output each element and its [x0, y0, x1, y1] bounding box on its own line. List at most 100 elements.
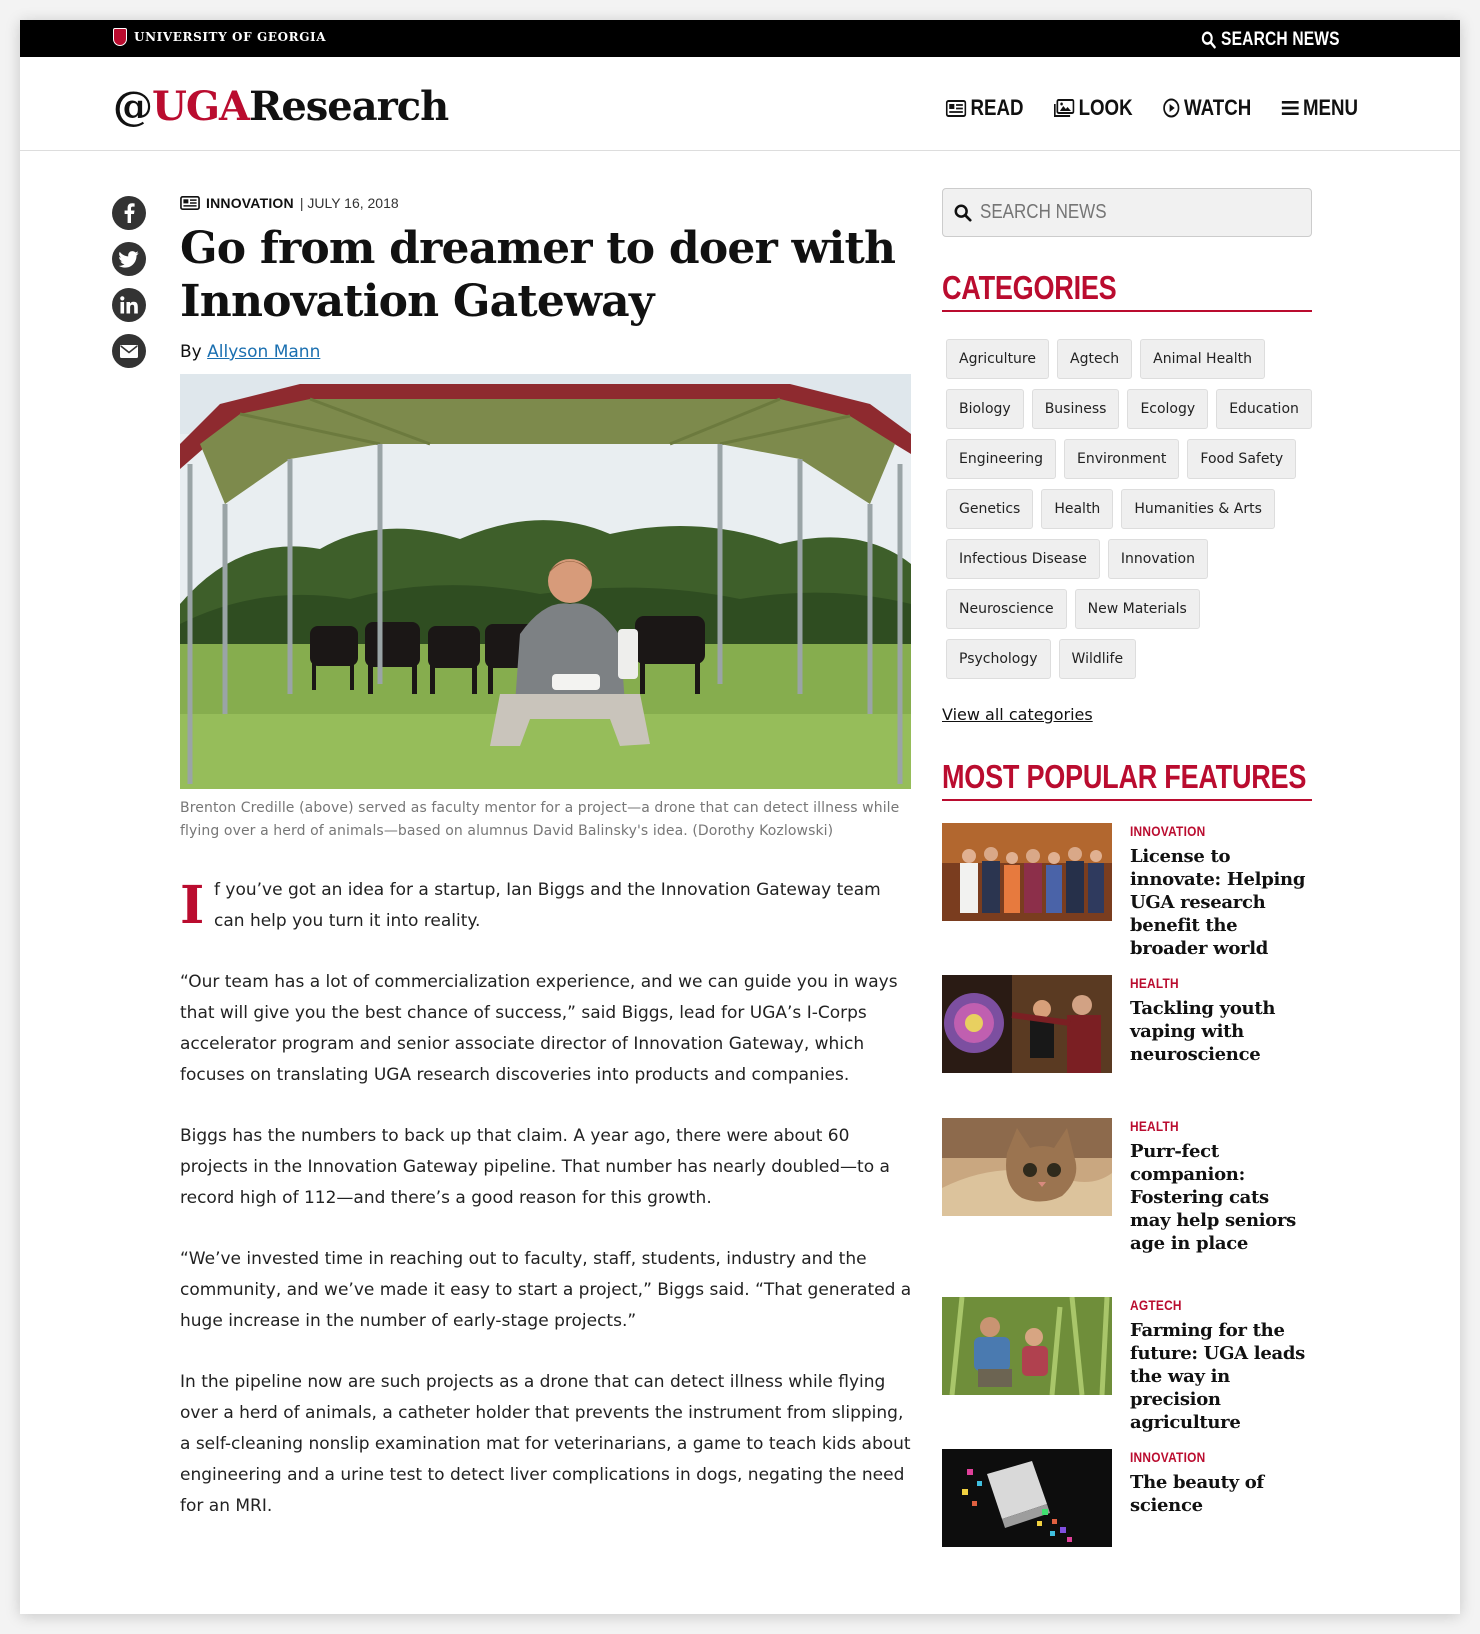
nav-look[interactable]: LOOK: [1053, 95, 1133, 121]
feature-title[interactable]: Tackling youth vaping with neuroscience: [1130, 997, 1312, 1066]
brand-uga: UGA: [152, 83, 250, 130]
nav-read-label: READ: [970, 95, 1024, 120]
email-icon: [120, 344, 138, 358]
body-paragraph: “Our team has a lot of commercialization…: [180, 972, 898, 1085]
byline-prefix: By: [180, 342, 202, 362]
feature-thumbnail[interactable]: [942, 1118, 1112, 1216]
category-tag[interactable]: Education: [1216, 389, 1312, 429]
sidebar-search-input[interactable]: [980, 201, 1235, 224]
categories-rule: [942, 310, 1312, 312]
feature-title[interactable]: The beauty of science: [1130, 1471, 1312, 1517]
feature-thumbnail[interactable]: [942, 975, 1112, 1073]
popular-heading: MOST POPULAR FEATURES: [942, 758, 1307, 795]
university-name: UNIVERSITY OF GEORGIA: [134, 30, 327, 44]
hero-photo: [180, 374, 911, 789]
image-icon: [1053, 99, 1074, 117]
page: UNIVERSITY OF GEORGIA SEARCH NEWS @UGARe…: [20, 20, 1460, 1614]
category-tag[interactable]: Ecology: [1127, 389, 1209, 429]
category-tag[interactable]: Neuroscience: [946, 589, 1067, 629]
category-tag[interactable]: Humanities & Arts: [1121, 489, 1275, 529]
search-icon: [954, 204, 972, 222]
search-icon: [1202, 31, 1217, 49]
nav-watch-label: WATCH: [1184, 95, 1252, 120]
body-paragraph: Biggs has the numbers to back up that cl…: [180, 1126, 890, 1208]
top-bar: UNIVERSITY OF GEORGIA SEARCH NEWS: [20, 20, 1460, 57]
body-paragraph: “We’ve invested time in reaching out to …: [180, 1249, 912, 1331]
hero-caption: Brenton Credille (above) served as facul…: [180, 800, 900, 839]
feature-category[interactable]: HEALTH: [1130, 1118, 1285, 1134]
feature-thumbnail[interactable]: [942, 1297, 1112, 1395]
category-tag[interactable]: New Materials: [1074, 589, 1200, 629]
brand-research: Research: [249, 83, 449, 130]
nav-read[interactable]: READ: [946, 95, 1024, 121]
newspaper-icon: [180, 196, 200, 210]
lead-paragraph: If you’ve got an idea for a startup, Ian…: [180, 875, 915, 937]
top-search-button[interactable]: SEARCH NEWS: [1202, 29, 1340, 51]
article: INNOVATION | JULY 16, 2018 Go from dream…: [180, 190, 915, 1552]
feature-title[interactable]: License to innovate: Helping UGA researc…: [1130, 845, 1312, 960]
body-paragraph: In the pipeline now are such projects as…: [180, 1372, 911, 1516]
feature-category[interactable]: HEALTH: [1130, 975, 1285, 991]
category-tag[interactable]: Psychology: [946, 639, 1051, 679]
category-tag[interactable]: Infectious Disease: [946, 539, 1100, 579]
popular-features-list: INNOVATION License to innovate: Helping …: [942, 823, 1312, 1549]
feature-title[interactable]: Purr-fect companion: Fostering cats may …: [1130, 1140, 1312, 1255]
share-linkedin-button[interactable]: [112, 288, 146, 322]
category-tags: Agriculture Agtech Animal Health Biology…: [942, 339, 1312, 679]
sidebar: CATEGORIES Agriculture Agtech Animal Hea…: [942, 188, 1312, 1549]
category-tag[interactable]: Engineering: [946, 439, 1056, 479]
feature-item[interactable]: HEALTH Tackling youth vaping with neuros…: [942, 975, 1312, 1118]
sidebar-search: [942, 188, 1312, 237]
feature-item[interactable]: AGTECH Farming for the future: UGA leads…: [942, 1297, 1312, 1449]
share-email-button[interactable]: [112, 334, 146, 368]
uga-logo[interactable]: UNIVERSITY OF GEORGIA: [113, 28, 326, 46]
category-tag[interactable]: Agriculture: [946, 339, 1049, 379]
category-tag[interactable]: Biology: [946, 389, 1024, 429]
feature-item[interactable]: HEALTH Purr-fect companion: Fostering ca…: [942, 1118, 1312, 1297]
feature-thumbnail[interactable]: [942, 1449, 1112, 1547]
feature-item[interactable]: INNOVATION License to innovate: Helping …: [942, 823, 1312, 975]
category-tag[interactable]: Innovation: [1107, 539, 1208, 579]
nav-menu[interactable]: MENU: [1281, 95, 1359, 121]
feature-category[interactable]: INNOVATION: [1130, 823, 1285, 839]
hero-image: [180, 374, 911, 789]
nav-look-label: LOOK: [1078, 95, 1133, 120]
popular-section: MOST POPULAR FEATURES INNOVATION License…: [942, 758, 1312, 1549]
feature-item[interactable]: INNOVATION The beauty of science: [942, 1449, 1312, 1549]
linkedin-icon: [120, 296, 138, 314]
article-body: If you’ve got an idea for a startup, Ian…: [180, 875, 915, 1522]
view-all-categories-link[interactable]: View all categories: [942, 705, 1093, 724]
author-link[interactable]: Allyson Mann: [207, 342, 320, 362]
facebook-icon: [124, 203, 135, 223]
twitter-icon: [119, 250, 139, 268]
category-tag[interactable]: Business: [1031, 389, 1120, 429]
share-facebook-button[interactable]: [112, 196, 146, 230]
nav-menu-label: MENU: [1303, 95, 1359, 120]
newspaper-icon: [946, 99, 967, 117]
category-tag[interactable]: Wildlife: [1058, 639, 1137, 679]
top-search-label: SEARCH NEWS: [1221, 29, 1340, 50]
category-tag[interactable]: Agtech: [1057, 339, 1133, 379]
article-meta: INNOVATION | JULY 16, 2018: [180, 190, 915, 216]
site-logo[interactable]: @UGAResearch: [113, 83, 449, 130]
main-nav: READ LOOK WATCH MENU: [939, 95, 1365, 121]
category-tag[interactable]: Environment: [1064, 439, 1180, 479]
menu-icon: [1281, 101, 1299, 115]
popular-rule: [942, 799, 1312, 801]
site-header: @UGAResearch READ LOOK WATCH MENU: [20, 57, 1460, 151]
article-category-link[interactable]: INNOVATION: [206, 195, 294, 211]
drop-cap: I: [180, 875, 205, 936]
feature-category[interactable]: AGTECH: [1130, 1297, 1285, 1313]
nav-watch[interactable]: WATCH: [1163, 95, 1251, 121]
category-tag[interactable]: Genetics: [946, 489, 1034, 529]
feature-category[interactable]: INNOVATION: [1130, 1449, 1285, 1465]
byline: By Allyson Mann: [180, 342, 915, 362]
category-tag[interactable]: Animal Health: [1140, 339, 1266, 379]
category-tag[interactable]: Health: [1041, 489, 1114, 529]
feature-thumbnail[interactable]: [942, 823, 1112, 921]
play-icon: [1163, 98, 1180, 118]
feature-title[interactable]: Farming for the future: UGA leads the wa…: [1130, 1319, 1312, 1434]
category-tag[interactable]: Food Safety: [1187, 439, 1297, 479]
lead-text: f you’ve got an idea for a startup, Ian …: [214, 880, 881, 931]
share-twitter-button[interactable]: [112, 242, 146, 276]
